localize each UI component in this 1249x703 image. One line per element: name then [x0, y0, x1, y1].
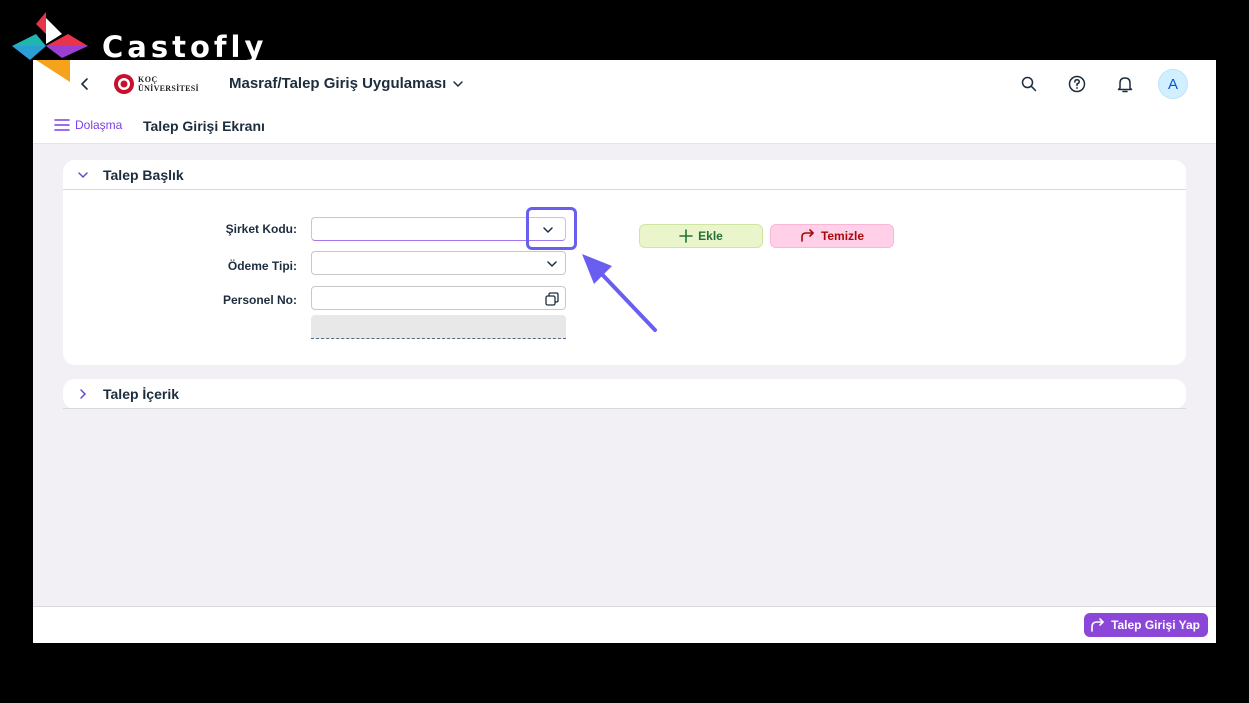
page-title: Talep Girişi Ekranı: [143, 118, 265, 134]
bell-icon[interactable]: [1110, 69, 1140, 99]
payment-type-label: Ödeme Tipi:: [227, 259, 297, 273]
koc-emblem-icon: [114, 74, 134, 94]
personnel-no-field[interactable]: [311, 286, 566, 310]
chevron-right-icon: [75, 386, 91, 402]
shell-actions: A: [996, 69, 1188, 99]
chevron-down-icon: [547, 261, 557, 268]
annotation-highlight-box: [526, 207, 577, 250]
submit-request-button[interactable]: Talep Girişi Yap: [1084, 613, 1208, 637]
content-panel: Talep İçerik: [63, 379, 1186, 409]
add-button-label: Ekle: [698, 229, 723, 243]
forward-arrow-icon: [1091, 618, 1104, 632]
personnel-no-label: Personel No:: [222, 293, 297, 307]
page-header: Dolaşma Talep Girişi Ekranı: [33, 108, 1216, 144]
value-help-icon: [545, 292, 559, 306]
koc-university-logo: KOÇ ÜNİVERSİTESİ: [113, 73, 199, 95]
search-icon[interactable]: [1014, 69, 1044, 99]
readonly-display-field: [311, 315, 566, 339]
company-code-label: Şirket Kodu:: [225, 222, 297, 236]
app-title-menu[interactable]: Masraf/Talep Giriş Uygulaması: [229, 75, 464, 92]
submit-request-label: Talep Girişi Yap: [1111, 618, 1200, 632]
payment-type-dropdown-button[interactable]: [544, 256, 560, 272]
shell-bar: KOÇ ÜNİVERSİTESİ Masraf/Talep Giriş Uygu…: [33, 60, 1216, 108]
chevron-down-icon: [75, 167, 91, 183]
logo-line1: KOÇ: [138, 75, 158, 84]
header-panel-title: Talep Başlık: [103, 166, 184, 183]
app-window: KOÇ ÜNİVERSİTESİ Masraf/Talep Giriş Uygu…: [33, 60, 1216, 643]
value-help-button[interactable]: [544, 291, 560, 307]
menu-icon: [54, 119, 70, 131]
redo-arrow-icon: [801, 229, 814, 242]
plus-icon: [679, 229, 693, 243]
castofly-logo: [10, 12, 94, 89]
help-icon[interactable]: [1062, 69, 1092, 99]
clear-button-label: Temizle: [820, 229, 865, 243]
castofly-logo-mark: [12, 12, 88, 82]
footer-toolbar: Talep Girişi Yap: [33, 606, 1216, 643]
navigation-button[interactable]: Dolaşma: [54, 118, 122, 132]
chevron-down-icon: [453, 80, 464, 87]
add-button[interactable]: Ekle: [639, 224, 763, 248]
castofly-wordmark: Castofly: [102, 30, 268, 64]
content-panel-toggle[interactable]: Talep İçerik: [63, 379, 1186, 409]
logo-line2: ÜNİVERSİTESİ: [138, 84, 199, 93]
content-panel-title: Talep İçerik: [103, 385, 180, 402]
header-panel-toggle[interactable]: Talep Başlık: [63, 160, 1186, 190]
app-title: Masraf/Talep Giriş Uygulaması: [229, 75, 447, 92]
annotation-arrow-icon: [582, 254, 657, 332]
clear-button[interactable]: Temizle: [770, 224, 894, 248]
payment-type-select[interactable]: [311, 251, 566, 275]
user-avatar[interactable]: A: [1158, 69, 1188, 99]
navigation-label: Dolaşma: [75, 118, 123, 132]
